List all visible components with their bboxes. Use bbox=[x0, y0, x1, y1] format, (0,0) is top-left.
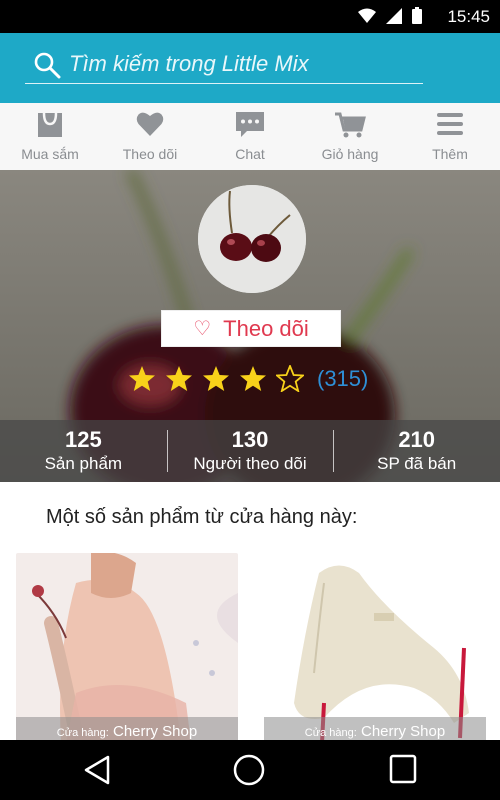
store-rating: (315) bbox=[128, 365, 368, 392]
tab-chat[interactable]: Chat bbox=[200, 103, 300, 170]
tab-label: Theo dõi bbox=[122, 146, 178, 162]
stat-sold[interactable]: 210 SP đã bán bbox=[333, 420, 500, 482]
shop-name: Cherry Shop bbox=[360, 723, 446, 740]
wifi-icon bbox=[358, 8, 376, 23]
system-nav-bar bbox=[0, 740, 500, 800]
stat-value: 125 bbox=[64, 427, 102, 452]
follow-label: Theo dõi bbox=[223, 315, 309, 341]
product-card[interactable]: Cửa hàng: Cherry Shop bbox=[16, 553, 238, 743]
menu-icon bbox=[436, 111, 464, 140]
store-stats: 125 Sản phẩm 130 Người theo dõi 210 SP đ… bbox=[0, 420, 500, 482]
stat-label: SP đã bán bbox=[377, 454, 457, 473]
follow-button[interactable]: ♡ Theo dõi bbox=[161, 310, 341, 347]
section-title: Một số sản phẩm từ cửa hàng này: bbox=[46, 506, 358, 528]
store-header: ♡ Theo dõi (315) 125 Sản phẩm 130 Người … bbox=[0, 170, 500, 482]
stat-value: 130 bbox=[231, 427, 269, 452]
tab-label: Chat bbox=[235, 146, 265, 162]
shopping-bag-icon bbox=[36, 111, 64, 142]
star-filled-icon bbox=[129, 366, 155, 391]
signal-icon bbox=[386, 7, 402, 24]
stat-label: Sản phẩm bbox=[44, 454, 123, 473]
tab-more[interactable]: Thêm bbox=[400, 103, 500, 170]
stat-value: 210 bbox=[398, 427, 436, 452]
tab-cart[interactable]: Giỏ hàng bbox=[300, 103, 400, 170]
star-empty-icon bbox=[276, 365, 304, 392]
rating-count: (315) bbox=[317, 365, 369, 391]
product-image bbox=[264, 553, 486, 743]
status-icons bbox=[358, 7, 422, 24]
app-bar: Tìm kiếm trong Little Mix bbox=[0, 33, 500, 103]
tab-shopping[interactable]: Mua sắm bbox=[0, 103, 100, 170]
product-card[interactable]: Cửa hàng: Cherry Shop bbox=[264, 553, 486, 743]
star-filled-icon bbox=[203, 366, 229, 391]
search-input[interactable]: Tìm kiếm trong Little Mix bbox=[25, 47, 423, 84]
tab-label: Giỏ hàng bbox=[321, 146, 379, 162]
shop-name: Cherry Shop bbox=[112, 723, 198, 740]
product-image bbox=[16, 553, 238, 743]
recents-icon[interactable] bbox=[389, 754, 417, 784]
cart-icon bbox=[334, 111, 366, 142]
tab-label: Mua sắm bbox=[21, 146, 79, 162]
shop-key: Cửa hàng: bbox=[304, 727, 357, 739]
heart-icon bbox=[136, 111, 164, 140]
tab-bar: Mua sắm Theo dõi Chat Giỏ hàng Thêm bbox=[0, 103, 500, 171]
search-icon bbox=[34, 52, 61, 79]
tab-label: Thêm bbox=[432, 146, 468, 162]
stat-label: Người theo dõi bbox=[193, 454, 307, 473]
back-icon[interactable] bbox=[83, 754, 111, 786]
star-filled-icon bbox=[240, 366, 266, 391]
search-placeholder: Tìm kiếm trong Little Mix bbox=[69, 51, 309, 76]
tab-following[interactable]: Theo dõi bbox=[100, 103, 200, 170]
shop-key: Cửa hàng: bbox=[56, 727, 109, 739]
chat-icon bbox=[235, 111, 265, 142]
rating-stars bbox=[128, 365, 304, 392]
store-avatar bbox=[198, 185, 306, 293]
star-filled-icon bbox=[166, 366, 192, 391]
stat-followers[interactable]: 130 Người theo dõi bbox=[166, 420, 334, 482]
stat-products[interactable]: 125 Sản phẩm bbox=[0, 420, 167, 482]
battery-icon bbox=[412, 7, 422, 24]
clock: 15:45 bbox=[447, 7, 490, 26]
home-icon[interactable] bbox=[233, 754, 265, 786]
heart-outline-icon: ♡ bbox=[193, 318, 212, 340]
status-bar: 15:45 bbox=[0, 0, 500, 33]
